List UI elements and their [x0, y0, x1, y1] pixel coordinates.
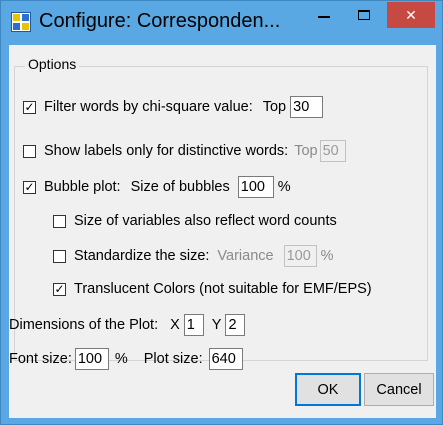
bubble-plot-checkbox[interactable]: ✓	[23, 180, 36, 194]
size-reflect-checkbox[interactable]	[53, 214, 66, 228]
check-icon: ✓	[24, 180, 35, 194]
title-bar[interactable]: Configure: Corresponden... ✕	[1, 1, 442, 45]
variance-input[interactable]: 100	[283, 245, 317, 267]
app-icon	[11, 12, 31, 32]
filter-words-label: Filter words by chi-square value:	[44, 99, 253, 115]
filter-top-input[interactable]: 30	[290, 96, 324, 118]
cancel-button[interactable]: Cancel	[364, 373, 434, 406]
dialog-window: Configure: Corresponden... ✕ Options ✓ F…	[0, 0, 443, 425]
dimension-x-input[interactable]: 1	[183, 314, 204, 336]
filter-top-label: Top	[262, 99, 287, 115]
standardize-label: Standardize the size:	[74, 248, 210, 264]
window-title: Configure: Corresponden...	[39, 10, 281, 32]
options-legend: Options	[25, 56, 80, 72]
font-size-unit: %	[114, 351, 128, 367]
dimensions-row: Dimensions of the Plot: X 1 Y 2	[9, 314, 249, 336]
font-plot-row: Font size: 100 % Plot size: 640	[9, 348, 247, 370]
maximize-button[interactable]	[347, 2, 381, 28]
maximize-icon	[358, 10, 370, 20]
dimensions-label: Dimensions of the Plot:	[9, 317, 159, 333]
show-labels-top-input[interactable]: 50	[319, 140, 346, 162]
translucent-checkbox[interactable]: ✓	[53, 282, 66, 296]
ok-button[interactable]: OK	[295, 373, 361, 406]
translucent-row: ✓ Translucent Colors (not suitable for E…	[53, 281, 372, 297]
font-size-input[interactable]: 100	[74, 348, 109, 370]
close-icon: ✕	[405, 6, 417, 23]
plot-size-input[interactable]: 640	[208, 348, 243, 370]
bubble-plot-row: ✓ Bubble plot: Size of bubbles 100 %	[23, 176, 291, 198]
check-icon: ✓	[54, 282, 65, 296]
bubble-plot-label: Bubble plot:	[44, 179, 121, 195]
show-labels-top-label: Top	[294, 143, 318, 159]
filter-words-checkbox[interactable]: ✓	[23, 100, 36, 114]
check-icon: ✓	[24, 100, 35, 114]
close-button[interactable]: ✕	[387, 2, 435, 28]
filter-words-row: ✓ Filter words by chi-square value: Top …	[23, 96, 327, 118]
dimension-y-label: Y	[211, 317, 222, 333]
dimension-x-label: X	[170, 317, 180, 333]
size-reflect-row: Size of variables also reflect word coun…	[53, 213, 337, 229]
size-reflect-label: Size of variables also reflect word coun…	[74, 213, 337, 229]
translucent-label: Translucent Colors (not suitable for EMF…	[74, 281, 372, 297]
variance-unit: %	[320, 248, 334, 264]
plot-size-label: Plot size:	[143, 351, 203, 367]
bubble-size-label: Size of bubbles	[130, 179, 230, 195]
show-labels-row: Show labels only for distinctive words: …	[23, 140, 350, 162]
dialog-body: Options ✓ Filter words by chi-square val…	[9, 45, 436, 418]
variance-label: Variance	[217, 248, 274, 264]
standardize-checkbox[interactable]	[53, 249, 66, 263]
show-labels-label: Show labels only for distinctive words:	[44, 143, 289, 159]
bubble-size-unit: %	[277, 179, 291, 195]
bubble-size-input[interactable]: 100	[237, 176, 274, 198]
font-size-label: Font size:	[9, 351, 72, 367]
dimension-y-input[interactable]: 2	[225, 314, 246, 336]
minimize-icon	[318, 16, 330, 18]
standardize-row: Standardize the size: Variance 100 %	[53, 245, 333, 267]
show-labels-checkbox[interactable]	[23, 144, 36, 158]
minimize-button[interactable]	[307, 2, 341, 28]
